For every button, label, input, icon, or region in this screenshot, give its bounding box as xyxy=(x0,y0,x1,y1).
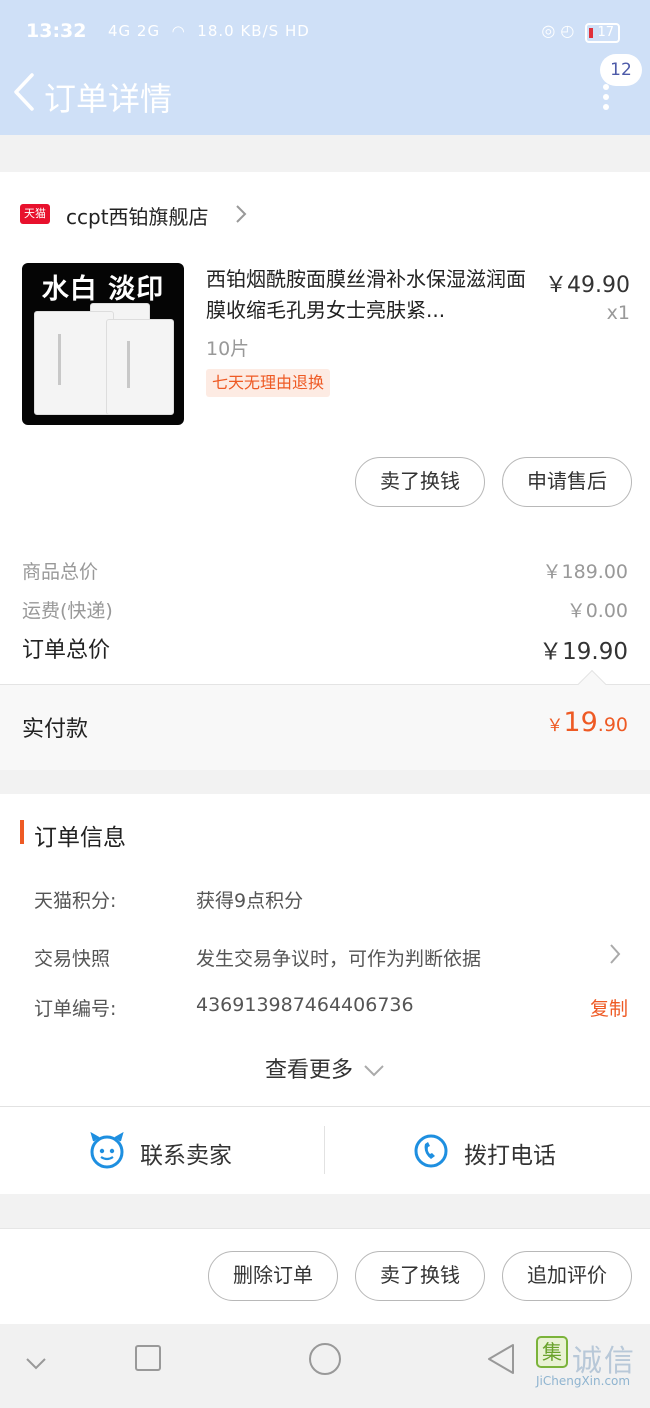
section-title: 订单信息 xyxy=(34,825,126,851)
system-nav-bar: 集 诚信 JiChengXin.com xyxy=(0,1324,650,1408)
paid-label: 实付款 xyxy=(22,717,89,742)
points-label: 天猫积分: xyxy=(34,890,117,912)
chevron-down-icon xyxy=(364,1065,384,1077)
product-price: ￥49.90 xyxy=(545,273,630,298)
product-quantity: x1 xyxy=(606,302,630,324)
chevron-right-icon xyxy=(236,205,247,223)
net-speed: 18.0 KB/S xyxy=(197,22,280,40)
snapshot-label[interactable]: 交易快照 xyxy=(34,944,110,971)
shipping-value: ￥0.00 xyxy=(566,600,628,622)
shipping-label: 运费(快递) xyxy=(22,600,113,622)
chevron-down-icon[interactable] xyxy=(24,1356,48,1372)
page-title: 订单详情 xyxy=(44,80,173,118)
home-icon[interactable] xyxy=(308,1342,342,1376)
points-value: 获得9点积分 xyxy=(196,890,304,912)
product-image-title: 水白 淡印 xyxy=(41,274,165,305)
wifi-icon: ◠ xyxy=(165,22,192,40)
copy-order-number-button[interactable]: 复制 xyxy=(590,994,628,1021)
recent-apps-icon[interactable] xyxy=(134,1344,162,1372)
back-nav-icon[interactable] xyxy=(486,1342,516,1376)
status-right: ◎ ◴ 17 xyxy=(541,21,620,43)
order-item-card: 天猫 ccpt西铂旗舰店 水白 淡印 西铂烟酰胺面膜丝滑补水保湿滋润面膜收缩毛孔… xyxy=(0,172,650,770)
shipping-row: 运费(快递) ￥0.00 xyxy=(22,596,628,623)
return-policy-badge: 七天无理由退换 xyxy=(206,369,331,397)
sell-for-cash-button[interactable]: 卖了换钱 xyxy=(355,457,485,507)
message-count-badge[interactable]: 12 xyxy=(600,54,642,86)
add-review-button[interactable]: 追加评价 xyxy=(502,1251,632,1301)
phone-icon xyxy=(414,1134,448,1168)
battery-icon: 17 xyxy=(585,23,620,43)
order-total-row: 订单总价 ￥19.90 xyxy=(22,632,628,665)
paid-value: ￥19.90 xyxy=(546,707,628,738)
hd-label: HD xyxy=(284,22,310,40)
goods-total-value: ￥189.00 xyxy=(542,561,628,583)
status-bar: 13:32 4G 2G ◠ 18.0 KB/S HD ◎ ◴ 17 xyxy=(26,18,620,50)
product-sku: 10片 xyxy=(206,338,250,360)
bottom-action-bar: 删除订单 卖了换钱 追加评价 xyxy=(0,1228,650,1324)
delete-order-button[interactable]: 删除订单 xyxy=(208,1251,338,1301)
order-info-card: 订单信息 天猫积分: 获得9点积分 交易快照 发生交易争议时，可作为判断依据 订… xyxy=(0,794,650,1194)
goods-total-row: 商品总价 ￥189.00 xyxy=(22,557,628,584)
order-number-label: 订单编号: xyxy=(34,998,117,1020)
see-more-button[interactable]: 查看更多 xyxy=(0,1052,650,1084)
alarm-icon: ◴ xyxy=(560,21,575,40)
sell-for-cash-button[interactable]: 卖了换钱 xyxy=(355,1251,485,1301)
paid-amount-box: 实付款 ￥19.90 xyxy=(0,669,650,770)
back-icon[interactable] xyxy=(12,72,36,112)
contact-seller-label: 联系卖家 xyxy=(140,1143,232,1169)
store-name[interactable]: ccpt西铂旗舰店 xyxy=(66,201,209,230)
after-sale-button[interactable]: 申请售后 xyxy=(502,457,632,507)
product-image[interactable]: 水白 淡印 xyxy=(22,263,184,425)
call-label: 拨打电话 xyxy=(464,1143,556,1169)
lock-icon: ◎ xyxy=(541,21,556,40)
tmall-logo: 天猫 xyxy=(20,204,50,224)
order-total-label: 订单总价 xyxy=(22,638,111,663)
section-accent-bar xyxy=(20,820,24,844)
chevron-right-icon[interactable] xyxy=(608,942,622,966)
snapshot-value[interactable]: 发生交易争议时，可作为判断依据 xyxy=(196,944,481,971)
goods-total-label: 商品总价 xyxy=(22,561,99,583)
app-header: 13:32 4G 2G ◠ 18.0 KB/S HD ◎ ◴ 17 订单详情 1… xyxy=(0,0,650,135)
more-menu-icon[interactable] xyxy=(598,84,614,112)
product-title[interactable]: 西铂烟酰胺面膜丝滑补水保湿滋润面膜收缩毛孔男女士亮肤紧... xyxy=(206,264,528,326)
order-number-value: 436913987464406736 xyxy=(196,994,414,1016)
chat-face-icon xyxy=(90,1132,124,1169)
status-time: 13:32 xyxy=(26,20,87,42)
order-total-value: ￥19.90 xyxy=(539,639,628,665)
signal-icon: 4G 2G ◠ 18.0 KB/S HD xyxy=(108,22,310,40)
